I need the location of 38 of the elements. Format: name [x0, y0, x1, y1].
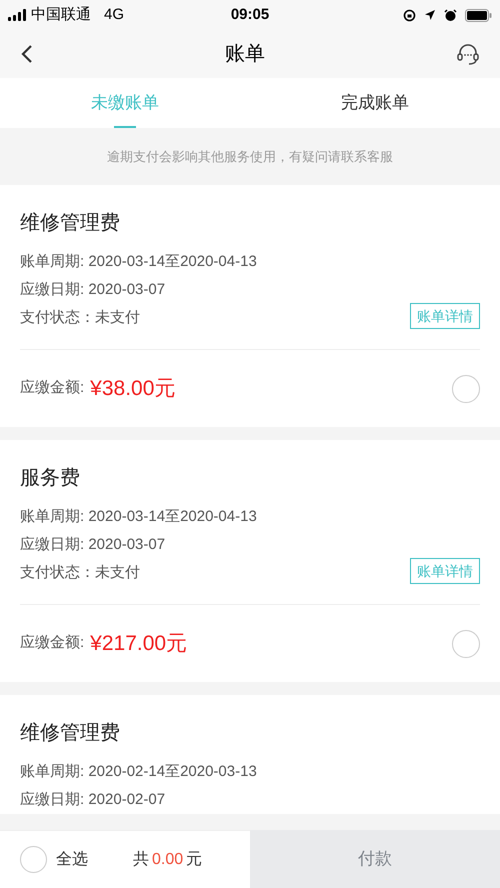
rotation-lock-icon — [403, 8, 416, 22]
currency-unit: 元 — [186, 850, 202, 870]
location-arrow-icon — [424, 9, 436, 21]
bill-title: 服务费 — [20, 466, 81, 491]
amount-value: ¥38.00元 — [90, 376, 176, 402]
signal-icon — [8, 9, 26, 21]
network-type: 4G — [104, 4, 124, 25]
tab[interactable]: 完成账单 — [250, 78, 500, 128]
select-all-checkbox[interactable]: 全选 — [20, 846, 88, 873]
back-icon[interactable] — [20, 44, 34, 64]
notice-text: 逾期支付会影响其他服务使用，有疑问请联系客服 — [107, 148, 393, 166]
select-radio[interactable] — [452, 630, 480, 658]
clock: 09:05 — [230, 4, 270, 25]
bill-detail-button[interactable]: 账单详情 — [410, 303, 480, 329]
bill-detail-button[interactable]: 账单详情 — [410, 558, 480, 584]
bill-title: 维修管理费 — [20, 721, 121, 746]
total-label: 共 — [133, 850, 149, 870]
page-title: 账单 — [224, 42, 266, 67]
total-amount: 0.00 — [152, 850, 184, 870]
bill-info: 应缴日期: 2020-03-07 — [20, 280, 166, 300]
amount-label: 应缴金额: — [20, 378, 84, 398]
amount-value: ¥217.00元 — [90, 630, 188, 657]
alarm-clock-icon — [444, 8, 457, 22]
battery-icon — [465, 8, 492, 22]
bill-info: 应缴日期: 2020-02-07 — [20, 790, 166, 810]
bill-info: 支付状态：未支付 — [20, 563, 141, 583]
carrier-name: 中国联通 — [31, 4, 91, 25]
pay-button[interactable]: 付款 — [250, 830, 500, 888]
bill-info: 支付状态：未支付 — [20, 308, 141, 328]
headset-icon[interactable] — [456, 42, 480, 66]
amount-label: 应缴金额: — [20, 633, 84, 654]
bill-info: 账单周期: 2020-03-14至2020-04-13 — [20, 252, 258, 272]
bill-title: 维修管理费 — [20, 211, 121, 236]
bill-info: 应缴日期: 2020-03-07 — [20, 535, 166, 555]
tab[interactable]: 未缴账单 — [0, 78, 250, 128]
bill-info: 账单周期: 2020-03-14至2020-04-13 — [20, 507, 258, 527]
select-radio[interactable] — [452, 374, 480, 402]
bill-info: 账单周期: 2020-02-14至2020-03-13 — [20, 762, 258, 782]
